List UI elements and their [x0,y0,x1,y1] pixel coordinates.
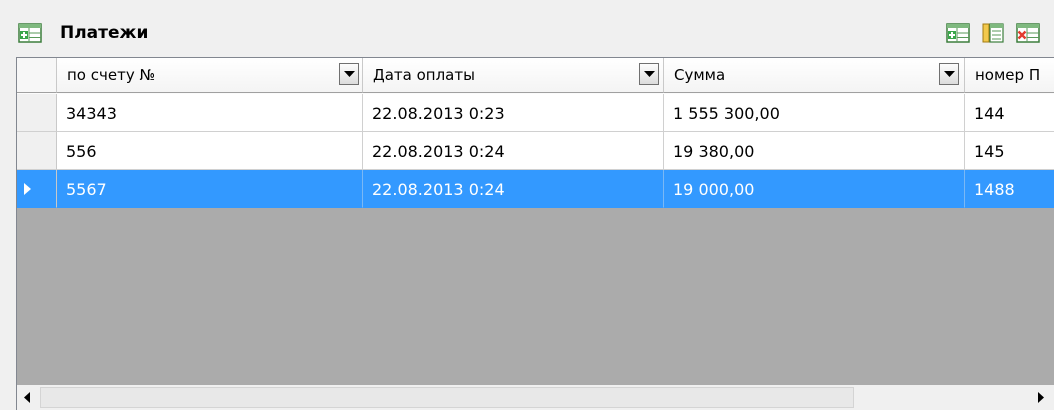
panel-title: Платежи [60,23,149,43]
cell-invoice[interactable]: 34343 [57,94,363,132]
columns-button[interactable] [981,21,1005,45]
scroll-right-button[interactable] [1029,385,1051,410]
cell-payment-date[interactable]: 22.08.2013 0:24 [363,132,664,170]
row-selector-header [17,58,57,93]
cell-text: 144 [974,104,1005,123]
add-record-icon [946,23,970,43]
chevron-down-icon [644,71,655,77]
cell-payment-date[interactable]: 22.08.2013 0:24 [363,170,664,208]
grid-header: по счету № Дата оплаты Сумма номер П [17,58,1054,94]
horizontal-scrollbar[interactable] [17,385,1054,410]
filter-dropdown-button[interactable] [939,63,959,85]
add-record-icon [18,23,42,43]
filter-dropdown-button[interactable] [339,63,359,85]
column-header-invoice[interactable]: по счету № [57,58,363,93]
cell-text: 1 555 300,00 [673,104,780,123]
row-selector[interactable] [17,132,57,170]
cell-text: 5567 [66,180,107,199]
row-pointer-icon [24,183,31,195]
chevron-down-icon [944,71,955,77]
cell-text: 22.08.2013 0:24 [372,180,505,199]
cell-payment-date[interactable]: 22.08.2013 0:23 [363,94,664,132]
cell-amount[interactable]: 19 000,00 [664,170,965,208]
cell-text: 145 [974,142,1005,161]
scrollbar-thumb[interactable] [40,387,854,408]
cell-text: 22.08.2013 0:23 [372,104,505,123]
cell-text: 19 000,00 [673,180,755,199]
delete-record-button[interactable] [1016,21,1040,45]
cell-text: 19 380,00 [673,142,755,161]
table-row-selected[interactable]: 5567 22.08.2013 0:24 19 000,00 1488 [17,170,1054,208]
column-header-label: по счету № [67,66,156,84]
chevron-down-icon [344,71,355,77]
filter-dropdown-button[interactable] [639,63,659,85]
column-header-amount[interactable]: Сумма [664,58,965,93]
cell-text: 34343 [66,104,117,123]
cell-number[interactable]: 1488 [965,170,1054,208]
cell-text: 556 [66,142,97,161]
row-selector[interactable] [17,170,57,208]
cell-text: 22.08.2013 0:24 [372,142,505,161]
scroll-left-button[interactable] [17,385,39,410]
column-header-number[interactable]: номер П [965,58,1054,93]
column-header-label: номер П [975,66,1041,84]
column-header-label: Дата оплаты [373,66,475,84]
cell-number[interactable]: 144 [965,94,1054,132]
table-row[interactable]: 34343 22.08.2013 0:23 1 555 300,00 144 [17,94,1054,132]
scroll-left-icon [24,392,30,403]
delete-record-icon [1016,23,1040,43]
cell-amount[interactable]: 1 555 300,00 [664,94,965,132]
add-record-button[interactable] [946,21,970,45]
cell-number[interactable]: 145 [965,132,1054,170]
row-selector[interactable] [17,94,57,132]
scroll-right-icon [1038,392,1044,403]
cell-amount[interactable]: 19 380,00 [664,132,965,170]
panel-header: Платежи [0,0,1054,57]
column-header-payment-date[interactable]: Дата оплаты [363,58,664,93]
column-header-label: Сумма [674,66,726,84]
cell-invoice[interactable]: 5567 [57,170,363,208]
columns-icon [982,23,1004,43]
cell-text: 1488 [974,180,1015,199]
payments-grid[interactable]: по счету № Дата оплаты Сумма номер П 343… [16,57,1054,410]
table-row[interactable]: 556 22.08.2013 0:24 19 380,00 145 [17,132,1054,170]
cell-invoice[interactable]: 556 [57,132,363,170]
